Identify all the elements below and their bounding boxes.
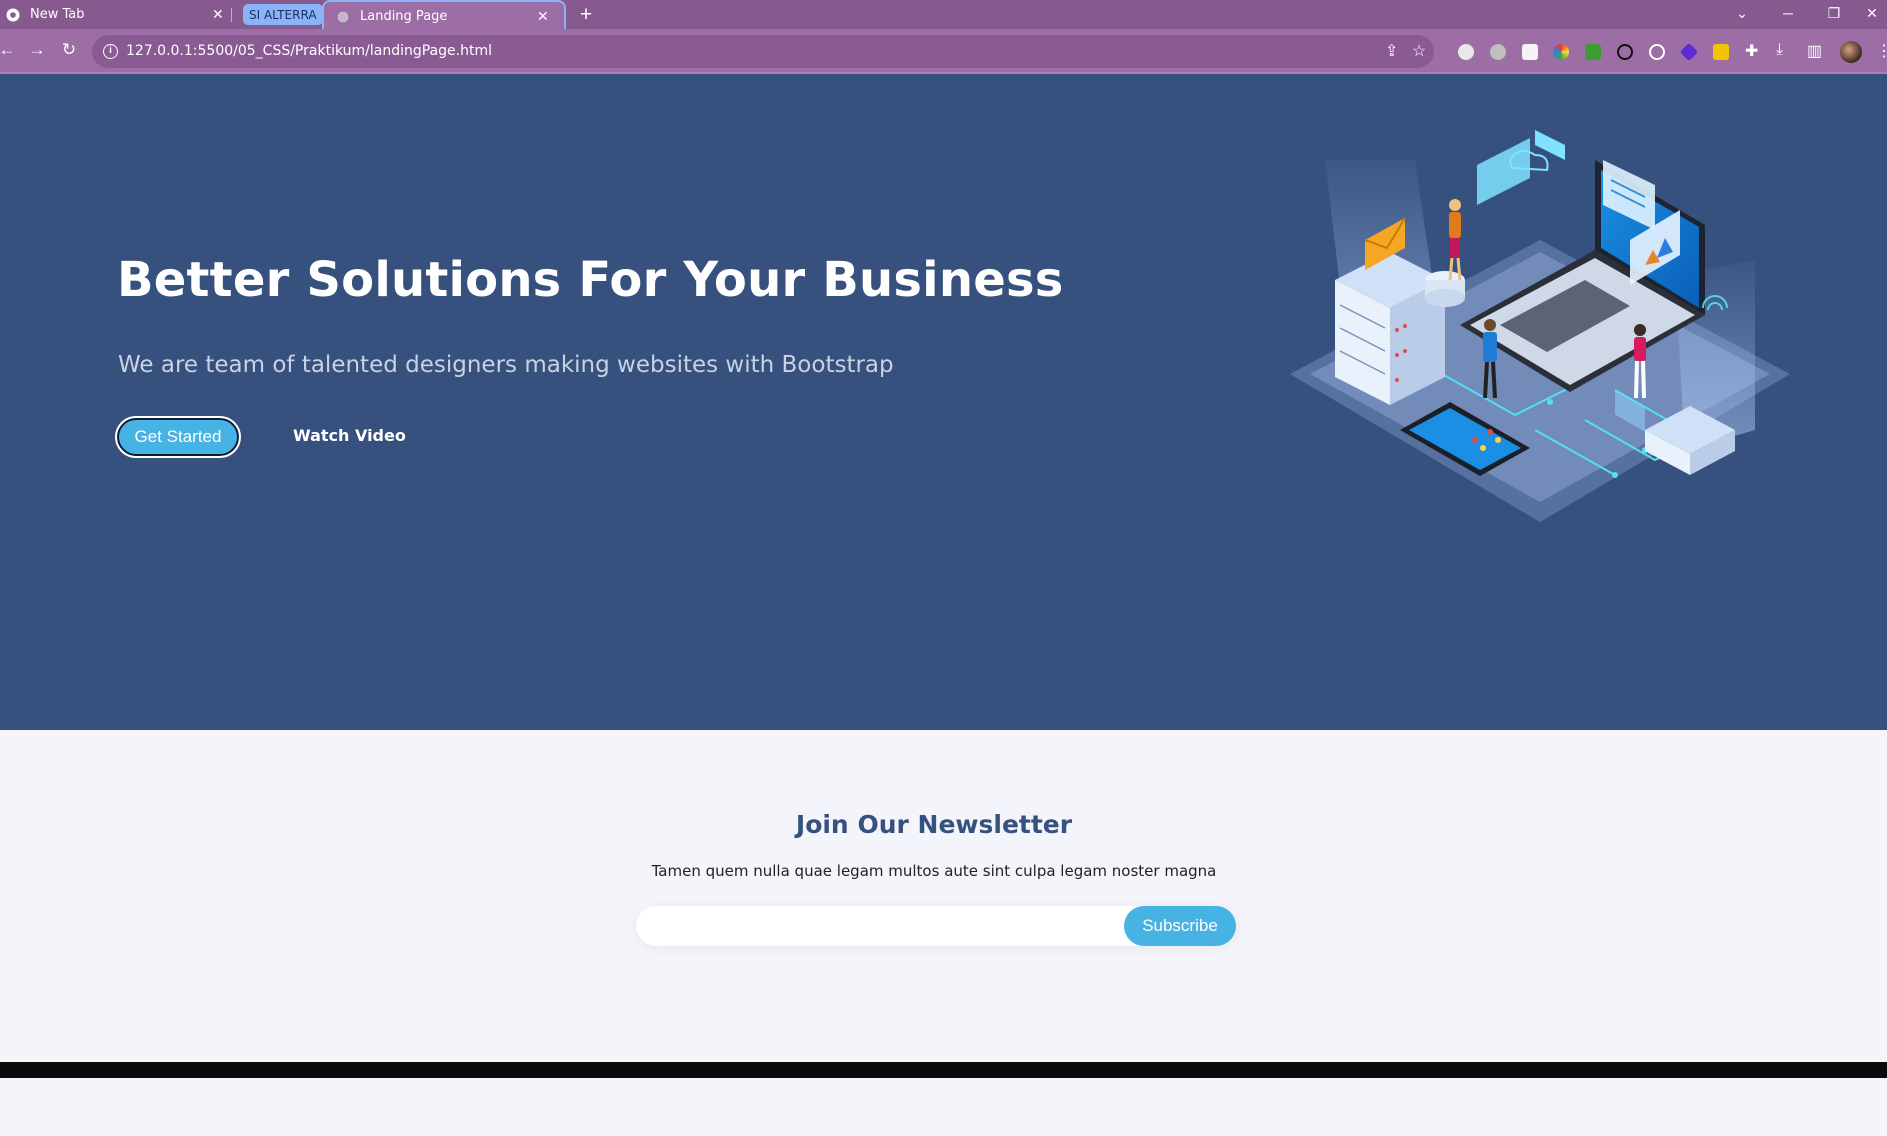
tab-title: Landing Page bbox=[360, 9, 448, 24]
share-icon[interactable]: ⇪ bbox=[1385, 41, 1398, 61]
page-bottom-edge bbox=[0, 1062, 1887, 1078]
newsletter-email-input[interactable] bbox=[636, 906, 1116, 946]
extension-color-icon[interactable] bbox=[1553, 44, 1569, 60]
reload-icon[interactable]: ↻ bbox=[58, 39, 80, 61]
extension-bug-icon[interactable] bbox=[1490, 44, 1506, 60]
tab-new-tab[interactable]: New Tab ✕ bbox=[6, 0, 224, 29]
minimize-icon[interactable]: ─ bbox=[1765, 0, 1811, 29]
extension-green-icon[interactable] bbox=[1585, 44, 1601, 60]
more-menu-icon[interactable]: ⋮ bbox=[1876, 41, 1887, 61]
extension-loop-icon[interactable] bbox=[1617, 44, 1633, 60]
subscribe-button[interactable]: Subscribe bbox=[1124, 906, 1236, 946]
get-started-button[interactable]: Get Started bbox=[115, 416, 241, 458]
close-tab-icon[interactable]: ✕ bbox=[212, 7, 224, 23]
tab-landing-page[interactable]: Landing Page ✕ bbox=[322, 0, 566, 31]
tab-separator bbox=[231, 8, 232, 22]
newsletter-form: Subscribe bbox=[636, 906, 1236, 946]
profile-avatar[interactable] bbox=[1840, 41, 1862, 63]
extension-diamond-icon[interactable] bbox=[1679, 42, 1699, 62]
site-info-icon[interactable]: i bbox=[103, 44, 118, 59]
forward-arrow-icon[interactable]: → bbox=[26, 39, 48, 61]
back-arrow-icon[interactable]: ← bbox=[0, 39, 18, 61]
chrome-icon bbox=[6, 8, 20, 22]
tab-title: New Tab bbox=[30, 7, 85, 22]
close-window-icon[interactable]: ✕ bbox=[1857, 0, 1887, 29]
hero-title: Better Solutions For Your Business bbox=[117, 252, 1064, 308]
extension-t-icon[interactable] bbox=[1713, 44, 1729, 60]
extensions-puzzle-icon[interactable]: ✚ bbox=[1745, 41, 1758, 61]
extension-react-icon[interactable] bbox=[1649, 44, 1665, 60]
tab-strip: New Tab ✕ SI ALTERRA Landing Page ✕ + ⌄ … bbox=[0, 0, 1887, 31]
hero-section: Better Solutions For Your Business We ar… bbox=[0, 74, 1887, 730]
newsletter-title: Join Our Newsletter bbox=[795, 810, 1073, 839]
tab-group-label[interactable]: SI ALTERRA bbox=[243, 4, 323, 25]
page-viewport: Better Solutions For Your Business We ar… bbox=[0, 74, 1887, 1136]
restore-icon[interactable]: ❐ bbox=[1811, 0, 1857, 29]
download-icon[interactable]: ⤓ bbox=[1776, 41, 1783, 59]
hero-illustration bbox=[1290, 130, 1790, 522]
extension-note-icon[interactable] bbox=[1522, 44, 1538, 60]
hero-subtitle: We are team of talented designers making… bbox=[118, 352, 894, 378]
url-text[interactable]: 127.0.0.1:5500/05_CSS/Praktikum/landingP… bbox=[126, 43, 492, 59]
tab-search-chevron-icon[interactable]: ⌄ bbox=[1719, 0, 1765, 29]
address-bar[interactable]: i 127.0.0.1:5500/05_CSS/Praktikum/landin… bbox=[92, 35, 1434, 68]
extension-chat-icon[interactable] bbox=[1458, 44, 1474, 60]
globe-icon bbox=[336, 10, 350, 24]
close-tab-icon[interactable]: ✕ bbox=[537, 9, 549, 25]
new-tab-plus-icon[interactable]: + bbox=[574, 3, 598, 27]
newsletter-description: Tamen quem nulla quae legam multos aute … bbox=[651, 862, 1217, 880]
bookmark-star-icon[interactable]: ☆ bbox=[1412, 41, 1426, 61]
side-panel-icon[interactable]: ▥ bbox=[1807, 41, 1822, 61]
browser-toolbar: ← → ↻ i 127.0.0.1:5500/05_CSS/Praktikum/… bbox=[0, 29, 1887, 74]
watch-video-link[interactable]: Watch Video bbox=[293, 426, 406, 445]
